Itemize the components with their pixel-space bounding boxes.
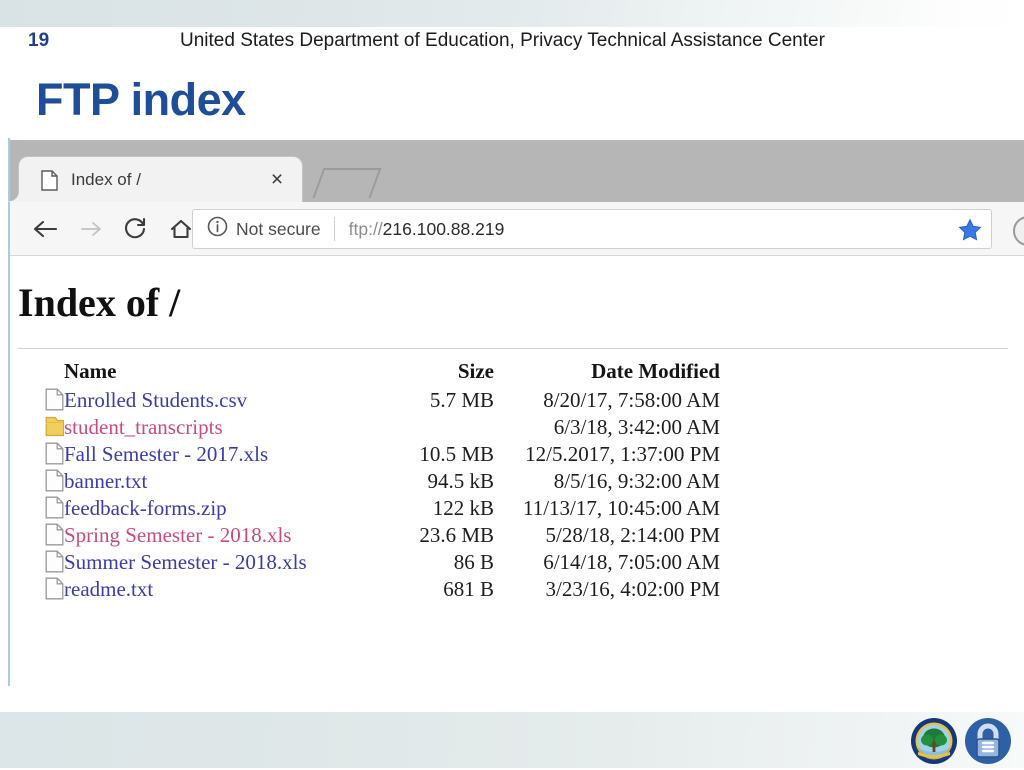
file-name-cell: Fall Semester - 2017.xls [64,441,382,468]
file-link[interactable]: feedback-forms.zip [64,496,227,520]
browser-tab-strip: Index of / × [8,140,1024,202]
page-icon [41,170,58,191]
file-name-cell: Enrolled Students.csv [64,387,382,414]
file-size-cell: 10.5 MB [419,442,494,466]
file-name-cell: Spring Semester - 2018.xls [64,522,382,549]
table-row: student_transcripts 6/3/18, 3:42:00 AM [10,414,720,441]
file-link[interactable]: Summer Semester - 2018.xls [64,550,307,574]
file-name-cell: banner.txt [64,468,382,495]
file-date-cell: 3/23/16, 4:02:00 PM [545,577,720,601]
file-name-cell: Summer Semester - 2018.xls [64,549,382,576]
browser-toolbar: Not secure ftp://216.100.88.219 [10,202,1024,256]
file-size-cell: 86 B [453,550,494,574]
url-host: 216.100.88.219 [382,218,505,239]
browser-tab-title: Index of / [71,170,141,189]
column-header-date[interactable]: Date Modified [494,358,720,387]
heading-divider [18,348,1008,349]
column-header-size[interactable]: Size [382,358,494,387]
ptac-padlock-logo [964,717,1012,765]
file-icon [10,468,64,495]
reload-icon[interactable] [120,214,150,244]
directory-listing-table: Name Size Date Modified Enrolled Student… [10,358,720,603]
page-title: FTP index [36,74,246,125]
file-name-cell: readme.txt [64,576,382,603]
address-bar[interactable]: Not secure ftp://216.100.88.219 [192,209,992,249]
star-icon[interactable] [958,218,982,242]
file-date-cell: 8/5/16, 9:32:00 AM [553,469,720,493]
close-icon[interactable]: × [266,169,288,191]
file-link[interactable]: Fall Semester - 2017.xls [64,442,268,466]
forward-arrow-icon [76,214,106,244]
file-name-cell: student_transcripts [64,414,382,441]
table-row: Fall Semester - 2017.xls 10.5 MB 12/5.2017… [10,441,720,468]
file-date-cell: 8/20/17, 7:58:00 AM [543,388,720,412]
file-link[interactable]: banner.txt [64,469,147,493]
directory-listing-body: Enrolled Students.csv 5.7 MB 8/20/17, 7:58… [10,387,720,603]
dept-of-education-seal-logo [910,717,958,765]
file-icon [10,576,64,603]
file-date-cell: 6/14/18, 7:05:00 AM [543,550,720,574]
file-date-cell: 12/5.2017, 1:37:00 PM [525,442,720,466]
file-link[interactable]: Spring Semester - 2018.xls [64,523,291,547]
file-date-cell: 6/3/18, 3:42:00 AM [553,415,720,439]
slide-footer-band [0,712,1024,768]
file-icon [10,549,64,576]
file-size-cell [382,414,494,441]
table-row: feedback-forms.zip 122 kB 11/13/17, 10:45:… [10,495,720,522]
new-tab-button[interactable] [312,168,382,198]
table-row: banner.txt 94.5 kB 8/5/16, 9:32:00 AM [10,468,720,495]
file-size-cell: 23.6 MB [419,523,494,547]
file-size-cell: 94.5 kB [427,469,494,493]
browser-tab[interactable]: Index of / × [8,156,303,202]
profile-avatar-icon[interactable] [1013,216,1024,246]
folder-icon [10,414,64,441]
index-heading: Index of / [18,280,181,325]
site-security-chip[interactable]: Not secure [193,210,334,248]
ftp-directory-page: Index of / Name Size Date Modified Enrol… [10,257,1024,686]
file-size-cell: 681 B [443,577,494,601]
slide-number: 19 [28,30,50,51]
table-row: readme.txt 681 B 3/23/16, 4:02:00 PM [10,576,720,603]
file-link[interactable]: readme.txt [64,577,153,601]
file-name-cell: feedback-forms.zip [64,495,382,522]
table-row: Summer Semester - 2018.xls 86 B 6/14/18, 7… [10,549,720,576]
table-row: Spring Semester - 2018.xls 23.6 MB 5/28/18… [10,522,720,549]
column-header-name[interactable]: Name [64,358,382,387]
file-link[interactable]: Enrolled Students.csv [64,388,247,412]
url-scheme: ftp:// [348,218,383,239]
table-row: Enrolled Students.csv 5.7 MB 8/20/17, 7:58… [10,387,720,414]
column-header-icon [10,358,64,387]
browser-screenshot-image: Index of / × Not secure ftp://216.100.88… [0,138,1024,686]
file-icon [10,441,64,468]
file-icon [10,522,64,549]
info-circle-icon [207,216,228,242]
file-icon [10,387,64,414]
slide-top-decorative-band [0,0,1024,27]
file-date-cell: 5/28/18, 2:14:00 PM [545,523,720,547]
file-link[interactable]: student_transcripts [64,415,223,439]
file-icon [10,495,64,522]
security-status-label: Not secure [236,218,321,239]
file-date-cell: 11/13/17, 10:45:00 AM [523,496,720,520]
url-text: ftp://216.100.88.219 [335,219,505,240]
file-size-cell: 5.7 MB [429,388,494,412]
back-arrow-icon[interactable] [30,214,60,244]
file-size-cell: 122 kB [432,496,494,520]
table-header-row: Name Size Date Modified [10,358,720,387]
footer-attribution-text: United States Department of Education, P… [180,30,825,51]
